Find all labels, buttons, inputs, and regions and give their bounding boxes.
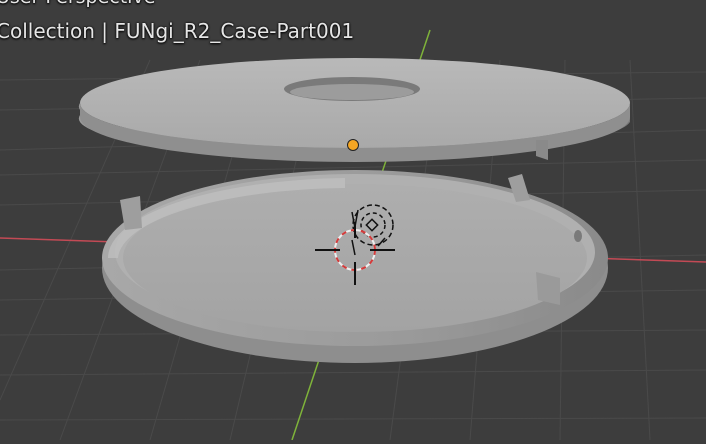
3d-viewport[interactable]: User Perspective Collection | FUNgi_R2_C… [0, 0, 706, 441]
collection-object-label: Collection | FUNgi_R2_Case-Part001 [0, 19, 355, 43]
object-origin-icon[interactable] [347, 139, 359, 151]
viewport-canvas[interactable] [0, 0, 706, 441]
view-mode-label: User Perspective [0, 0, 155, 8]
